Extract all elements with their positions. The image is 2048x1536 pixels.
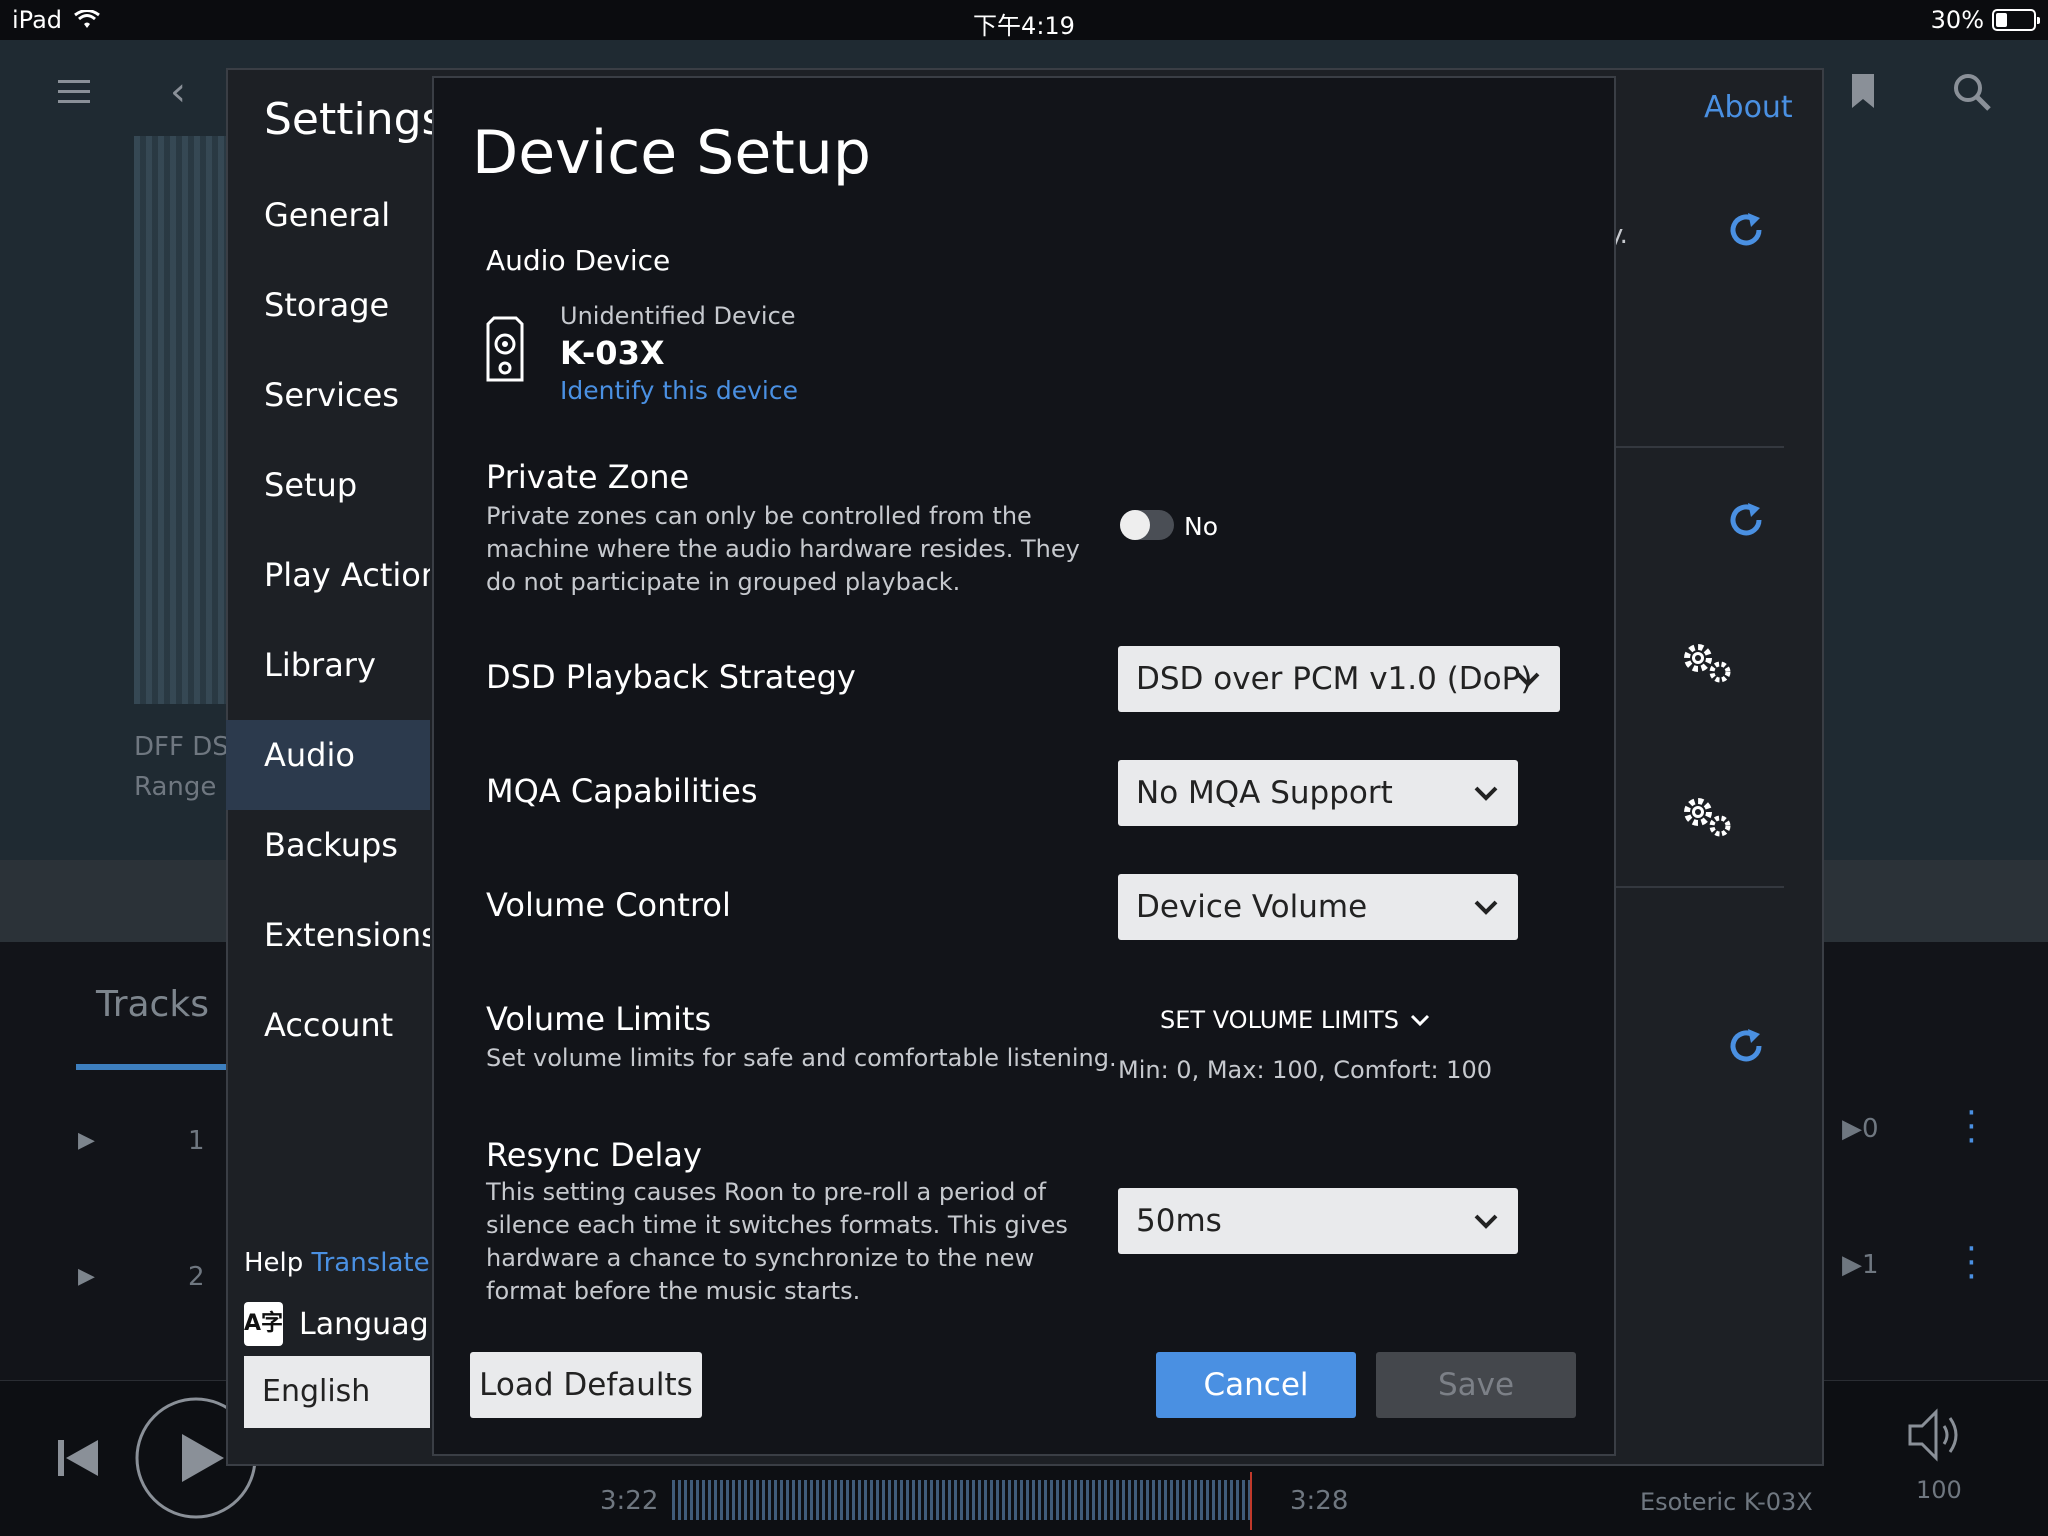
chevron-down-icon [1474,1214,1498,1229]
settings-title: Settings [264,94,445,145]
resync-delay-description: This setting causes Roon to pre-roll a p… [486,1178,1068,1305]
mqa-value: No MQA Support [1136,775,1393,811]
set-volume-limits-label: SET VOLUME LIMITS [1160,1006,1399,1034]
sidebar-item-storage[interactable]: Storage [226,270,430,360]
sidebar-item-audio[interactable]: Audio [226,720,430,810]
tab-tracks[interactable]: Tracks [96,984,209,1025]
refresh-icon[interactable] [1726,500,1766,540]
set-volume-limits-button[interactable]: SET VOLUME LIMITS [1160,1006,1431,1034]
language-label: Language [299,1306,430,1342]
language-row: A字 Language [244,1302,430,1346]
track-play-count: ▶0 [1842,1114,1879,1144]
sidebar-item-general[interactable]: General [226,180,430,270]
private-zone-value: No [1184,512,1218,541]
search-icon[interactable] [1952,72,1992,112]
status-time: 下午4:19 [973,12,1075,40]
menu-icon[interactable] [58,80,90,103]
sidebar-item-extensions[interactable]: Extensions [226,900,430,990]
back-icon[interactable]: ‹ [170,72,194,112]
sidebar-item-library[interactable]: Library [226,630,430,720]
chevron-down-icon [1474,900,1498,915]
volume-icon[interactable] [1906,1408,1966,1462]
private-zone-label: Private Zone [486,458,690,496]
identify-device-link[interactable]: Identify this device [560,376,798,405]
toggle-knob [1120,510,1150,540]
private-zone-toggle[interactable] [1120,510,1174,540]
track-play-icon[interactable]: ▶ [78,1128,95,1153]
mqa-select[interactable]: No MQA Support [1118,760,1518,826]
status-bar: iPad 下午4:19 30% [0,0,2048,40]
volume-limits-description: Set volume limits for safe and comfortab… [486,1044,1117,1072]
chevron-down-icon [1410,1014,1430,1027]
sidebar-item-services[interactable]: Services [226,360,430,450]
language-select[interactable]: English [244,1356,430,1428]
gear-icon[interactable] [1680,794,1736,840]
volume-level: 100 [1916,1476,1962,1504]
chevron-down-icon [1516,672,1540,687]
about-link[interactable]: About [1704,90,1793,125]
track-play-icon[interactable]: ▶ [78,1264,95,1289]
bookmark-icon[interactable] [1850,72,1876,110]
volume-control-select[interactable]: Device Volume [1118,874,1518,940]
track-number: 1 [188,1126,205,1156]
dsd-strategy-value: DSD over PCM v1.0 (DoP) [1136,661,1533,697]
speaker-icon [486,316,524,382]
dialog-title: Device Setup [472,118,871,188]
elapsed-time: 3:22 [600,1486,659,1516]
help-prefix: Help [244,1248,304,1278]
resync-delay-value: 50ms [1136,1203,1222,1239]
tab-indicator [76,1064,226,1070]
album-meta-range: Range [134,772,217,802]
divider [1616,886,1784,888]
translate-link[interactable]: Translate R [312,1248,430,1278]
refresh-icon[interactable] [1726,1026,1766,1066]
mqa-label: MQA Capabilities [486,772,758,810]
volume-control-value: Device Volume [1136,889,1368,925]
language-icon: A字 [244,1302,284,1346]
previous-track-icon[interactable] [56,1436,100,1480]
sidebar-item-backups[interactable]: Backups [226,810,430,900]
more-options-icon[interactable]: · · · [1966,1232,1977,1294]
album-cover [134,136,232,704]
private-zone-description: Private zones can only be controlled fro… [486,502,1080,596]
sidebar-item-account[interactable]: Account [226,990,430,1080]
cancel-button[interactable]: Cancel [1156,1352,1356,1418]
zone-name[interactable]: Esoteric K-03X [1640,1488,1813,1516]
device-name: K-03X [560,334,665,372]
dsd-strategy-label: DSD Playback Strategy [486,658,856,696]
divider [1616,446,1784,448]
battery-icon [1992,9,2040,31]
audio-device-heading: Audio Device [486,244,671,277]
resync-delay-label: Resync Delay [486,1136,702,1174]
save-button[interactable]: Save [1376,1352,1576,1418]
volume-control-label: Volume Control [486,886,731,924]
sidebar-item-setup[interactable]: Setup [226,450,430,540]
waveform-seekbar[interactable] [672,1480,1252,1520]
chevron-down-icon [1474,786,1498,801]
refresh-icon[interactable] [1726,210,1766,250]
load-defaults-button[interactable]: Load Defaults [470,1352,702,1418]
help-translate: Help Translate R [244,1248,430,1278]
resync-delay-select[interactable]: 50ms [1118,1188,1518,1254]
duration-time: 3:28 [1290,1486,1349,1516]
gear-icon[interactable] [1680,640,1736,686]
volume-limits-summary: Min: 0, Max: 100, Comfort: 100 [1118,1056,1492,1084]
dsd-strategy-select[interactable]: DSD over PCM v1.0 (DoP) [1118,646,1560,712]
battery-percent: 30% [1930,6,1984,34]
device-status: Unidentified Device [560,302,796,330]
track-number: 2 [188,1262,205,1292]
track-play-count: ▶1 [1842,1250,1879,1280]
playhead [1250,1472,1252,1530]
settings-nav: General Storage Services Setup Play Acti… [226,180,430,1080]
volume-limits-label: Volume Limits [486,1000,712,1038]
sidebar-item-play-actions[interactable]: Play Actions [226,540,430,630]
more-options-icon[interactable]: · · · [1966,1096,1977,1158]
